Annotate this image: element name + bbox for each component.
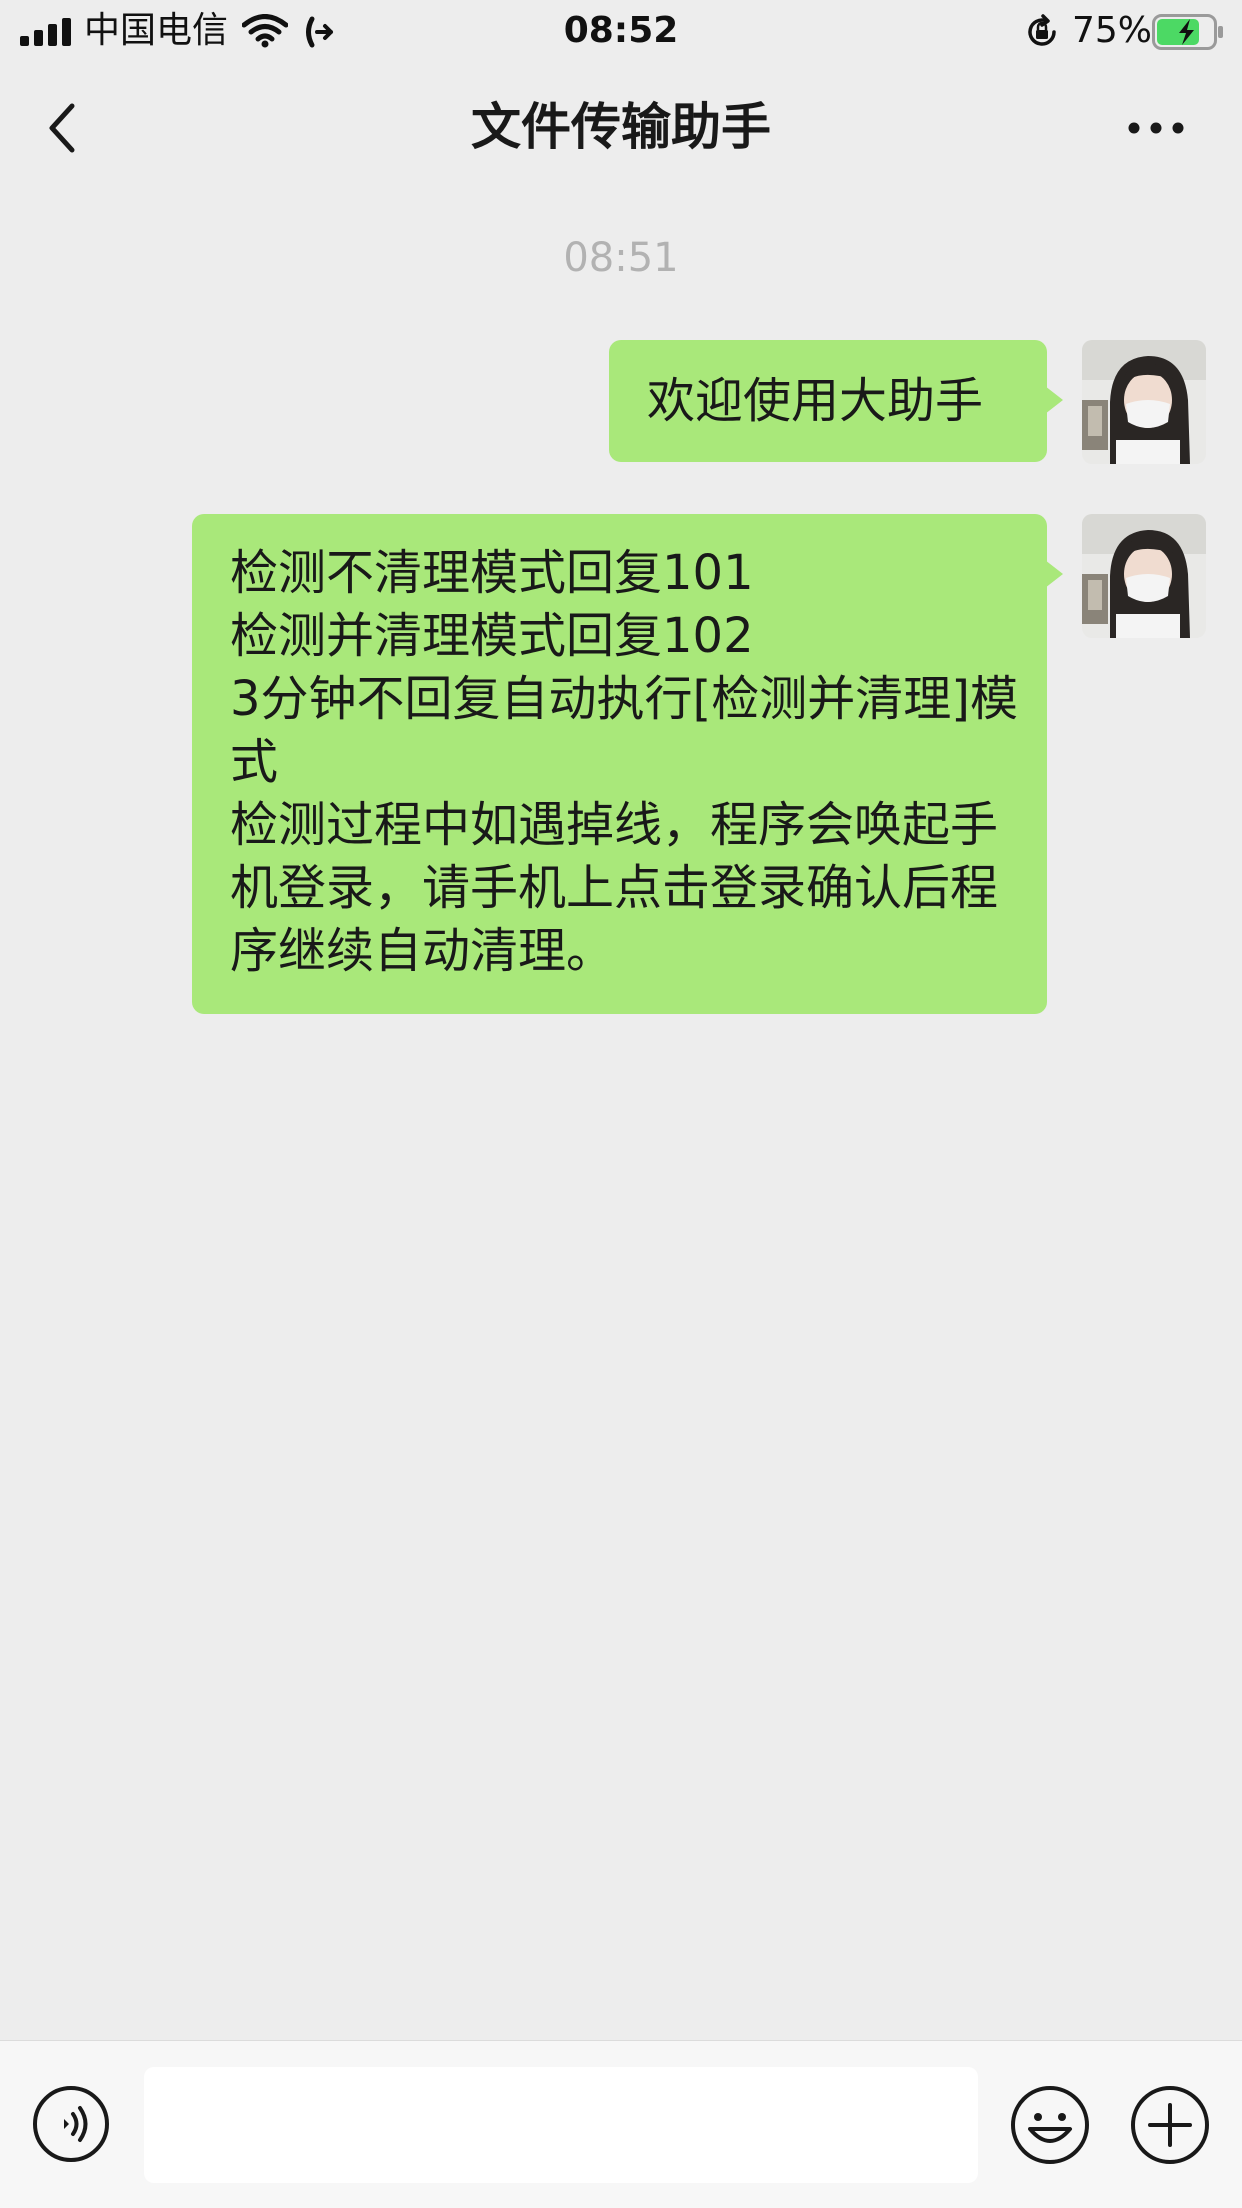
bubble-tail bbox=[1045, 386, 1063, 414]
voice-icon[interactable] bbox=[32, 2085, 110, 2163]
message-timestamp: 08:51 bbox=[563, 235, 679, 281]
signal-strength-icon bbox=[20, 18, 72, 46]
avatar-image bbox=[1082, 514, 1206, 638]
input-bar bbox=[0, 2040, 1242, 2208]
status-time: 08:52 bbox=[563, 10, 679, 51]
status-bar: 中国电信 08:52 75% bbox=[0, 0, 1242, 62]
battery-charging-icon bbox=[1152, 14, 1223, 50]
message-text: 检测不清理模式回复101 检测并清理模式回复102 3分钟不回复自动执行[检测并… bbox=[230, 545, 1018, 979]
call-forward-icon bbox=[306, 16, 333, 48]
message-input[interactable] bbox=[144, 2067, 978, 2183]
message-bubble[interactable]: 欢迎使用大助手 bbox=[609, 340, 1063, 462]
wifi-icon bbox=[242, 14, 288, 48]
chevron-left-icon[interactable] bbox=[38, 96, 94, 160]
page-title: 文件传输助手 bbox=[471, 98, 771, 156]
message-bubble[interactable]: 检测不清理模式回复101 检测并清理模式回复102 3分钟不回复自动执行[检测并… bbox=[192, 514, 1063, 1014]
carrier-name: 中国电信 bbox=[84, 10, 229, 51]
avatar-image bbox=[1082, 340, 1206, 464]
battery-percent: 75% bbox=[1072, 10, 1153, 51]
plus-icon[interactable] bbox=[1130, 2085, 1210, 2165]
bubble-tail bbox=[1045, 560, 1063, 588]
emoji-icon[interactable] bbox=[1010, 2085, 1090, 2165]
avatar[interactable] bbox=[1082, 340, 1206, 464]
message-text: 欢迎使用大助手 bbox=[647, 373, 984, 429]
nav-bar: 文件传输助手 bbox=[0, 62, 1242, 192]
avatar[interactable] bbox=[1082, 514, 1206, 638]
rotation-lock-icon bbox=[1028, 14, 1056, 46]
more-dots-icon[interactable] bbox=[1124, 108, 1188, 148]
